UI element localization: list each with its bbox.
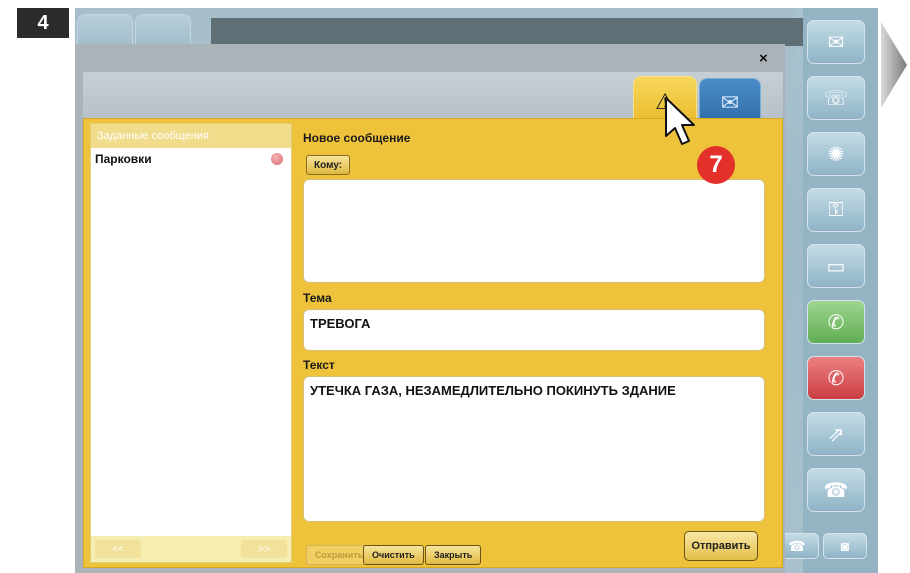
call-accept-icon[interactable]: ✆ <box>807 300 865 344</box>
camera-view-icon[interactable]: ◙ <box>823 533 867 559</box>
close-icon[interactable]: × <box>759 50 768 67</box>
transfer-icon[interactable]: ⇗ <box>807 412 865 456</box>
contacts-icon[interactable]: ☏ <box>807 76 865 120</box>
title-bar <box>211 18 803 46</box>
new-message-heading: Новое сообщение <box>303 131 411 145</box>
call-reject-icon[interactable]: ✆ <box>807 356 865 400</box>
prev-page-button[interactable]: << <box>95 540 141 558</box>
next-page-button[interactable]: >> <box>241 540 287 558</box>
subject-label: Тема <box>303 291 332 305</box>
subject-field[interactable]: ТРЕВОГА <box>303 309 765 351</box>
send-button[interactable]: Отправить <box>684 531 758 561</box>
dialog-body: Заданные сообщения Парковки << >> Новое … <box>83 118 783 568</box>
message-text-field[interactable]: УТЕЧКА ГАЗА, НЕЗАМЕДЛИТЕЛЬНО ПОКИНУТЬ ЗД… <box>303 376 765 522</box>
mail-icon: ✉ <box>720 90 740 115</box>
key-icon[interactable]: ⚿ <box>807 188 865 232</box>
pager: << >> <box>91 536 291 562</box>
step-badge: 4 <box>17 8 69 38</box>
mail-icon[interactable]: ✉ <box>807 20 865 64</box>
callout-badge: 7 <box>697 146 735 184</box>
next-arrow-icon <box>881 22 907 108</box>
preset-label: Парковки <box>95 152 152 166</box>
list-item[interactable]: Парковки <box>91 148 291 170</box>
pointer-cursor-icon <box>665 97 695 145</box>
camera-icon[interactable]: ▭ <box>807 244 865 288</box>
app-screen: ✉ ☏ ✺ ⚿ ▭ ✆ ✆ ⇗ ☎ ☎ ◙ × ⚠ ✉ Заданные соо… <box>75 8 878 573</box>
preset-header: Заданные сообщения <box>91 124 291 148</box>
broadcast-icon[interactable]: ✺ <box>807 132 865 176</box>
recipients-field[interactable] <box>303 179 765 283</box>
preset-list: Парковки <box>91 148 291 538</box>
handset-icon[interactable]: ☎ <box>807 468 865 512</box>
text-label: Текст <box>303 358 335 372</box>
preset-messages-panel: Заданные сообщения Парковки << >> <box>90 123 292 563</box>
to-button[interactable]: Кому: <box>306 155 351 175</box>
close-button[interactable]: Закрыть <box>425 545 482 565</box>
delete-icon[interactable] <box>271 153 283 165</box>
side-panel: ✉ ☏ ✺ ⚿ ▭ ✆ ✆ ⇗ ☎ <box>803 8 878 573</box>
clear-button[interactable]: Очистить <box>363 545 424 565</box>
